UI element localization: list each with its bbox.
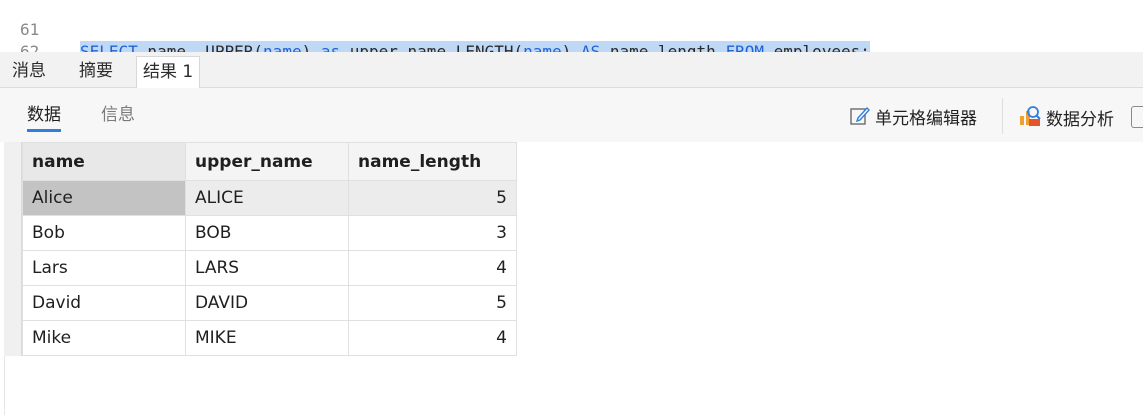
sql-token: ( (253, 42, 264, 52)
grid-empty-space (4, 356, 1143, 415)
cell-upper-name[interactable]: BOB (185, 215, 349, 251)
sql-token: AS (580, 42, 601, 52)
sql-token: name , (137, 42, 206, 52)
result-panel-tabs: 消息 摘要 结果 1 (0, 52, 1143, 88)
cell-name-length[interactable]: 5 (348, 180, 517, 216)
cell-name[interactable]: Mike (22, 320, 186, 356)
grid-header-row: name upper_name name_length (22, 142, 517, 181)
sql-token: ) (561, 42, 581, 52)
table-row[interactable]: Alice ALICE 5 (22, 180, 517, 216)
column-header-name[interactable]: name (22, 142, 186, 181)
code-line-61[interactable]: 61 SELECT name ,UPPER(name) as upper_nam… (0, 0, 1000, 52)
tab-info[interactable]: 信息 (101, 102, 135, 132)
line-number: 62 (20, 42, 40, 52)
sql-token: name (523, 42, 562, 52)
cell-upper-name[interactable]: DAVID (185, 285, 349, 321)
tab-messages[interactable]: 消息 (6, 56, 52, 88)
cell-upper-name[interactable]: ALICE (185, 180, 349, 216)
sql-token: ) (301, 42, 321, 52)
pencil-edit-icon (849, 104, 871, 134)
code-line-62[interactable]: 62 (0, 19, 200, 52)
cell-editor-button[interactable]: 单元格编辑器 (849, 104, 977, 130)
result-grid-area: name upper_name name_length Alice ALICE … (0, 142, 1143, 415)
sql-token: name_length (600, 42, 726, 52)
data-analysis-button[interactable]: 数据分析 (1018, 104, 1114, 130)
column-header-name-length[interactable]: name_length (348, 142, 517, 181)
sql-token: as (320, 42, 341, 52)
sql-query-text[interactable]: SELECT name ,UPPER(name) as upper_name,L… (80, 41, 870, 52)
cell-upper-name[interactable]: LARS (185, 250, 349, 286)
sql-token: employees; (763, 42, 870, 52)
tab-result-1[interactable]: 结果 1 (136, 56, 201, 88)
sql-token: upper_name, (340, 42, 456, 52)
table-row[interactable]: Mike MIKE 4 (22, 320, 517, 356)
cell-name[interactable]: David (22, 285, 186, 321)
toolbar-divider (1002, 98, 1003, 134)
more-tools-icon[interactable] (1131, 106, 1143, 128)
result-toolbar: 数据 信息 单元格编辑器 数据分析 (0, 88, 1143, 142)
sql-token: LENGTH (455, 42, 514, 52)
tab-summary[interactable]: 摘要 (73, 56, 119, 88)
cell-name[interactable]: Bob (22, 215, 186, 251)
row-header-gutter (4, 142, 22, 356)
table-row[interactable]: David DAVID 5 (22, 285, 517, 321)
cell-name[interactable]: Alice (22, 180, 186, 216)
sql-token: ( (513, 42, 524, 52)
cell-upper-name[interactable]: MIKE (185, 320, 349, 356)
table-row[interactable]: Lars LARS 4 (22, 250, 517, 286)
tab-data[interactable]: 数据 (27, 102, 61, 132)
table-row[interactable]: Bob BOB 3 (22, 215, 517, 251)
cell-name-length[interactable]: 4 (348, 320, 517, 356)
sql-token: FROM (725, 42, 764, 52)
cell-name[interactable]: Lars (22, 250, 186, 286)
chart-analysis-icon (1018, 104, 1042, 136)
cell-name-length[interactable]: 4 (348, 250, 517, 286)
result-grid: name upper_name name_length Alice ALICE … (22, 142, 517, 356)
data-analysis-label: 数据分析 (1046, 110, 1114, 130)
sql-token: UPPER (205, 42, 254, 52)
sql-token: SELECT (80, 42, 138, 52)
column-header-upper-name[interactable]: upper_name (185, 142, 349, 181)
sql-editor[interactable]: 61 SELECT name ,UPPER(name) as upper_nam… (0, 0, 1143, 52)
sql-token: name (263, 42, 302, 52)
cell-name-length[interactable]: 3 (348, 215, 517, 251)
cell-name-length[interactable]: 5 (348, 285, 517, 321)
cell-editor-label: 单元格编辑器 (875, 109, 977, 129)
